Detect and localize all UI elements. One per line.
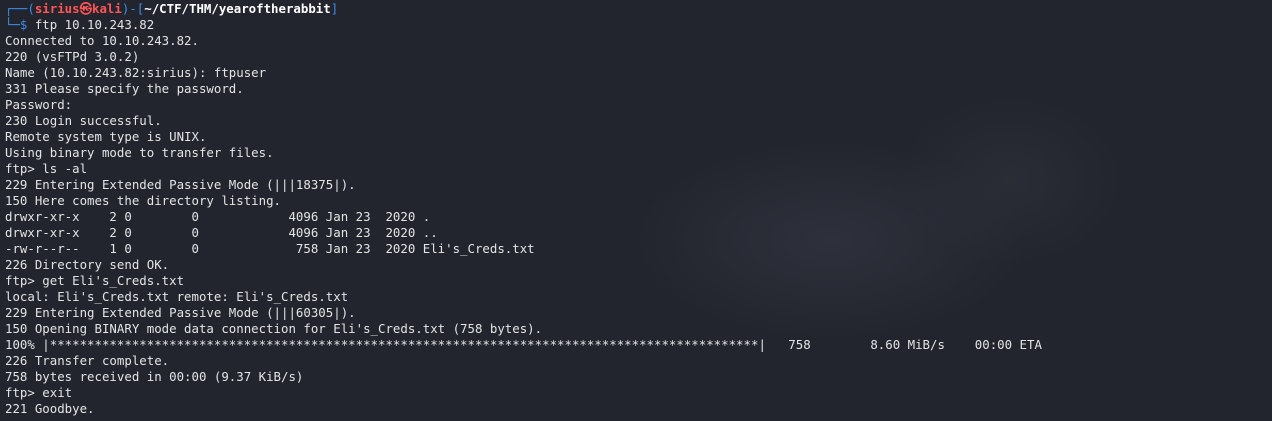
terminal-window[interactable]: ┌──(sirius㉿kali)-[~/CTF/THM/yearoftherab… (0, 0, 1272, 421)
prompt-line-top: ┌──(sirius㉿kali)-[~/CTF/THM/yearoftherab… (5, 1, 1272, 17)
output-line: ftp> get Eli's_Creds.txt (5, 273, 185, 288)
output-line: 331 Please specify the password. (5, 81, 244, 96)
output-line: 100% |**********************************… (5, 337, 1042, 352)
output-line: 150 Here comes the directory listing. (5, 193, 282, 208)
prompt-user-host: sirius㉿kali (34, 1, 122, 16)
prompt-dollar: $ (19, 17, 35, 32)
prompt-line-bottom: └─$ ftp 10.10.243.82 (5, 17, 1272, 33)
output-line: drwxr-xr-x 2 0 0 4096 Jan 23 2020 .. (5, 225, 438, 240)
output-line: 220 (vsFTPd 3.0.2) (5, 49, 140, 64)
output-line: 230 Login successful. (5, 113, 162, 128)
output-line: -rw-r--r-- 1 0 0 758 Jan 23 2020 Eli's_C… (5, 241, 535, 256)
output-line: ftp> exit (5, 385, 73, 400)
output-line: Using binary mode to transfer files. (5, 145, 274, 160)
output-line: Name (10.10.243.82:sirius): ftpuser (5, 65, 267, 80)
output-line: local: Eli's_Creds.txt remote: Eli's_Cre… (5, 289, 349, 304)
output-line: 226 Transfer complete. (5, 353, 170, 368)
output-line: 758 bytes received in 00:00 (9.37 KiB/s) (5, 369, 304, 384)
output-line: ftp> ls -al (5, 161, 88, 176)
prompt-corner-bottom: └─ (5, 17, 20, 32)
output-line: 226 Directory send OK. (5, 257, 170, 272)
output-line: 229 Entering Extended Passive Mode (|||6… (5, 305, 356, 320)
output-line: 221 Goodbye. (5, 401, 95, 416)
output-line: Connected to 10.10.243.82. (5, 33, 199, 48)
output-line: Password: (5, 97, 73, 112)
output-line: drwxr-xr-x 2 0 0 4096 Jan 23 2020 . (5, 209, 431, 224)
output-line: 150 Opening BINARY mode data connection … (5, 321, 543, 336)
prompt-command: ftp 10.10.243.82 (34, 17, 155, 32)
prompt-path: ~/CTF/THM/yearoftherabbit (144, 1, 331, 16)
prompt-corner-top: ┌──( (5, 1, 35, 16)
prompt-close: ] (330, 1, 339, 16)
output-line: 229 Entering Extended Passive Mode (|||1… (5, 177, 356, 192)
output-line: Remote system type is UNIX. (5, 129, 207, 144)
prompt-mid: )-[ (121, 1, 145, 16)
terminal-output: Connected to 10.10.243.82. 220 (vsFTPd 3.… (5, 33, 1272, 417)
